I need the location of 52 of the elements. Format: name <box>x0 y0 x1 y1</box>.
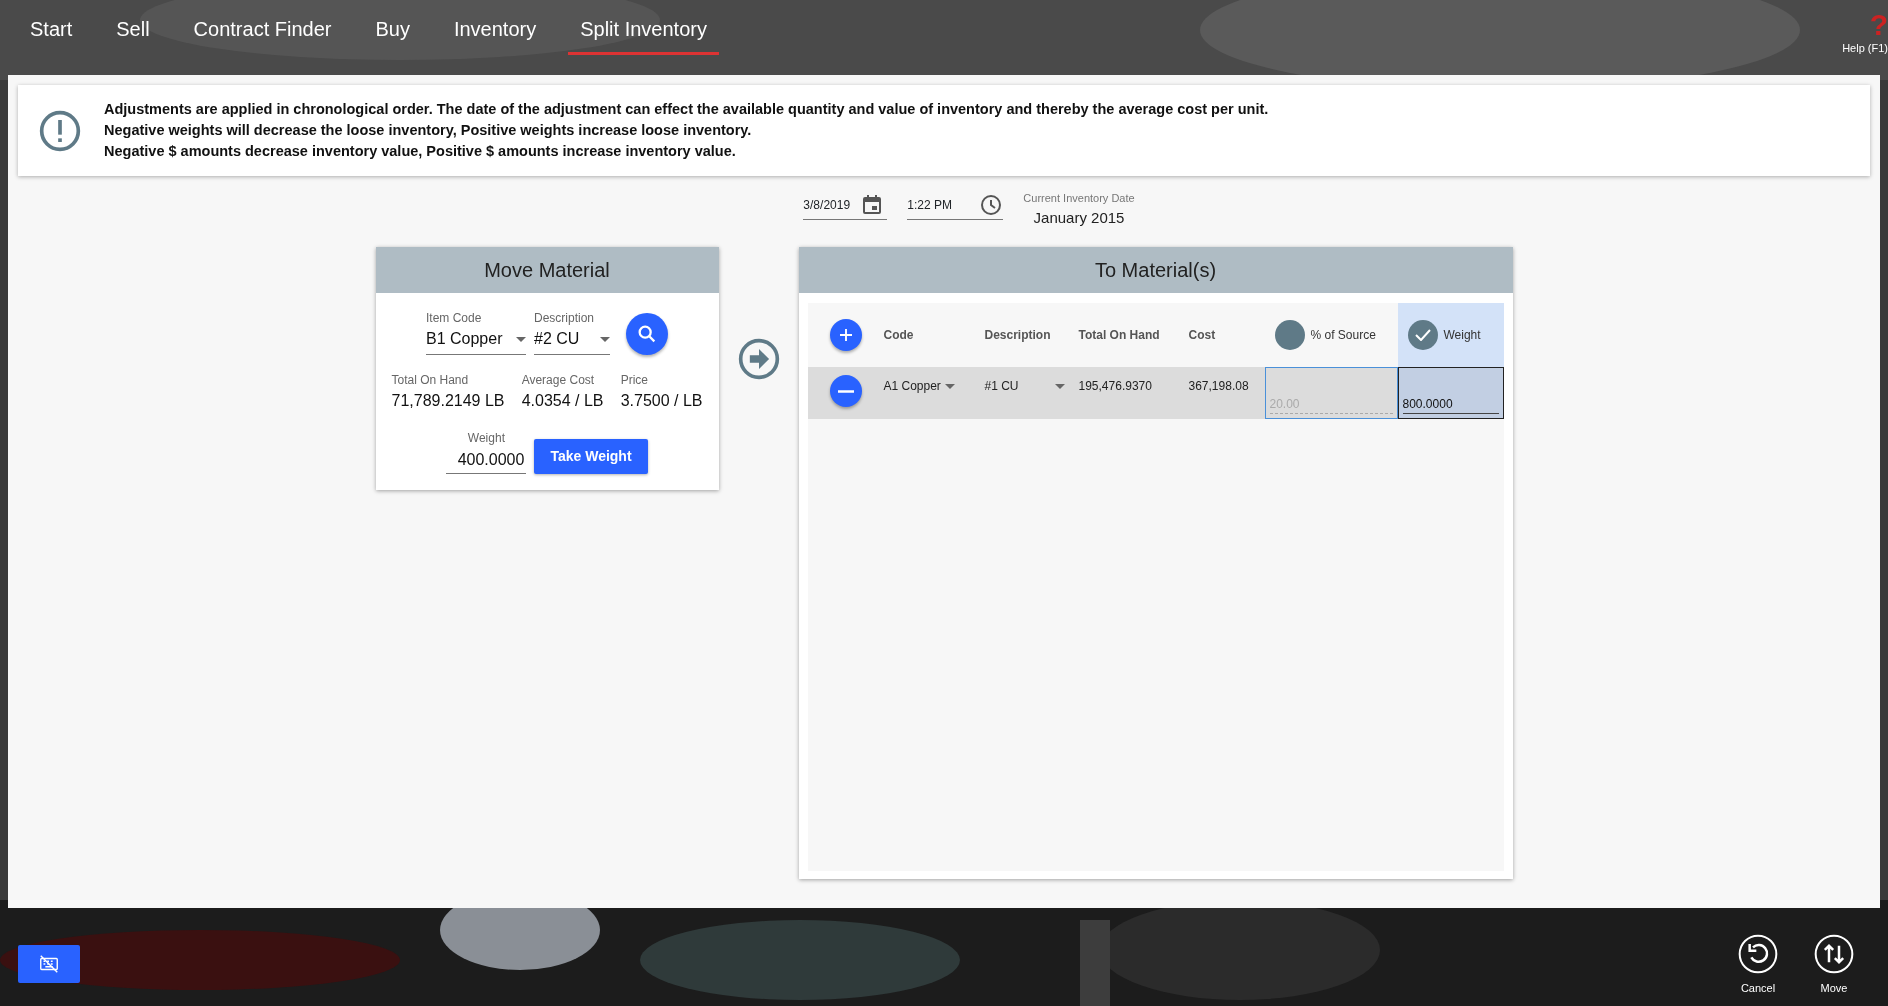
card-title: Move Material <box>375 247 719 293</box>
field-label: Weight <box>466 430 506 447</box>
weight-field[interactable]: 400.0000 <box>446 447 527 474</box>
current-date-label: Current Inventory Date <box>1023 191 1135 206</box>
column-header: Total On Hand <box>1078 327 1160 344</box>
search-icon <box>636 323 658 345</box>
nav-tab[interactable]: Start <box>18 10 85 55</box>
search-button[interactable] <box>626 313 668 355</box>
notice-text: Adjustments are applied in chronological order. The date of the adjustment can effect the available quantity and value of inventory and thereby the average cost per unit. <box>104 100 1269 119</box>
column-header: Description <box>984 327 1051 344</box>
stat-value: 71,789.2149 LB <box>391 391 505 411</box>
check-icon <box>1414 329 1431 341</box>
help-label[interactable]: Help (F1) <box>1842 40 1888 57</box>
weight-field[interactable]: 800.0000 <box>1397 367 1504 419</box>
stat-label: Price <box>620 372 649 389</box>
stat-label: Total On Hand <box>391 372 470 389</box>
nav-tab[interactable]: Buy <box>363 10 422 55</box>
cancel-button[interactable]: Cancel <box>1722 932 1794 998</box>
mode-toggle[interactable]: % of Source <box>1264 303 1398 367</box>
notice-text: Negative weights will decrease the loose inventory, Positive weights increase loose inventory. <box>104 121 753 140</box>
current-date-value: January 2015 <box>1032 207 1126 228</box>
nav-tab[interactable]: Inventory <box>441 10 549 55</box>
mode-toggle[interactable]: Weight <box>1397 303 1504 367</box>
up-down-arrows-icon <box>1814 933 1854 974</box>
stat-value: 4.0354 / LB <box>521 391 604 411</box>
card-title: To Material(s) <box>798 247 1513 293</box>
keyboard-button[interactable] <box>18 945 80 983</box>
nav-tab[interactable]: Sell <box>104 10 162 55</box>
item-code-dropdown[interactable]: B1 Copper <box>426 327 526 355</box>
date-field[interactable]: 3/8/2019 <box>803 190 888 220</box>
move-button[interactable]: Move <box>1798 932 1870 998</box>
minus-icon <box>837 389 854 393</box>
time-field[interactable]: 1:22 PM <box>907 190 1004 220</box>
field-label: Description <box>534 310 596 327</box>
clock-icon <box>979 192 1004 217</box>
column-header: Cost <box>1188 327 1216 344</box>
stat-value: 3.7500 / LB <box>620 391 703 411</box>
add-button[interactable] <box>829 319 862 351</box>
undo-icon <box>1738 933 1778 974</box>
stat-label: Average Cost <box>521 372 596 389</box>
exclamation-icon <box>38 108 82 153</box>
column-header: Code <box>883 327 914 344</box>
table-cell-text: 195,476.9370 <box>1078 378 1152 395</box>
table-cell-text: 367,198.08 <box>1188 378 1249 395</box>
description-dropdown[interactable]: #2 CU <box>534 327 610 355</box>
nav-tab[interactable]: Split Inventory <box>568 10 719 55</box>
field-label: Item Code <box>426 310 483 327</box>
notice-text: Negative $ amounts decrease inventory value, Positive $ amounts increase inventory value. <box>104 142 737 161</box>
arrow-right-icon <box>736 337 781 381</box>
nav-tab[interactable]: Contract Finder <box>181 10 344 55</box>
remove-button[interactable] <box>829 375 862 407</box>
take-weight-button[interactable]: Take Weight <box>534 439 648 474</box>
